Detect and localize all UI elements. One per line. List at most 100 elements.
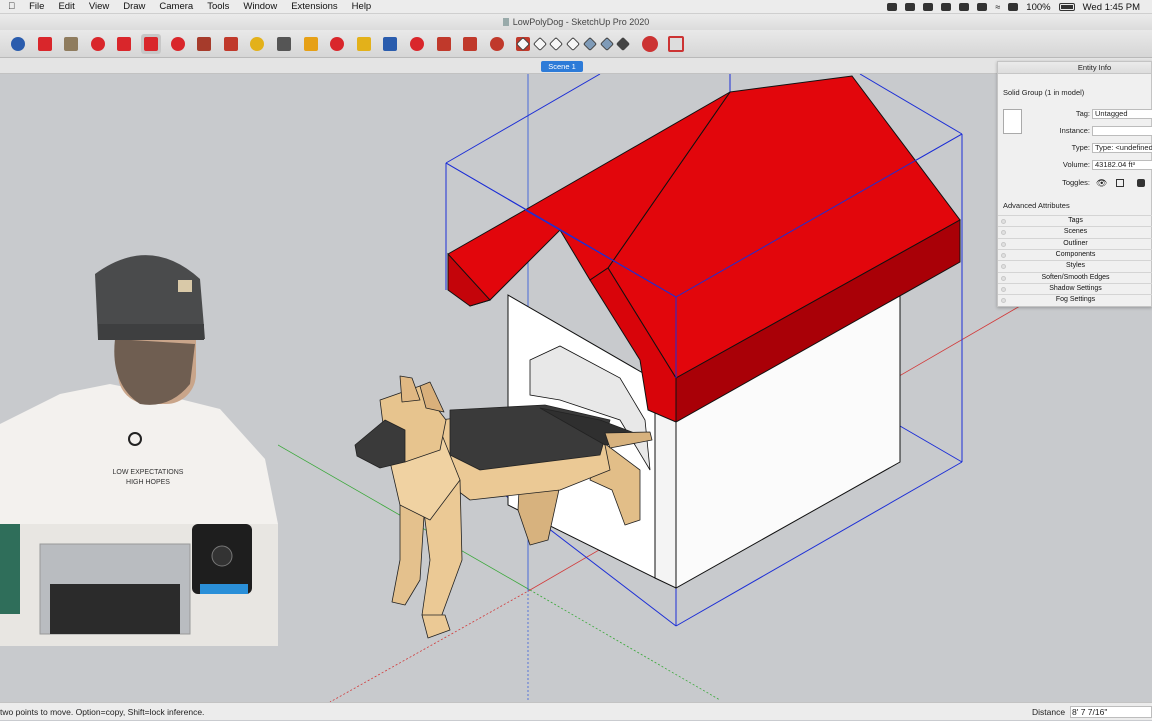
section-plane-tool[interactable] xyxy=(640,34,660,54)
visibility-toggle-icon[interactable]: 👁 xyxy=(1096,178,1107,189)
battery-icon[interactable] xyxy=(1058,3,1075,11)
status-icon[interactable] xyxy=(923,3,934,11)
tab-scene-1[interactable]: Scene 1 xyxy=(541,61,583,72)
back-edges-style-icon xyxy=(532,36,547,52)
shaded-textures-style[interactable] xyxy=(599,34,614,54)
toggles-row: Toggles: 👁 xyxy=(998,177,1152,189)
main-toolbar xyxy=(0,30,1152,58)
text-tool[interactable] xyxy=(274,34,294,54)
status-icon[interactable] xyxy=(977,3,988,11)
rotate-tool[interactable] xyxy=(114,34,134,54)
extension-tool[interactable] xyxy=(460,34,480,54)
selection-label: Solid Group (1 in model) xyxy=(1003,88,1085,97)
section-plane-tool-icon xyxy=(642,36,658,52)
entity-info-panel: Entity Info Solid Group (1 in model) Tag… xyxy=(997,61,1152,307)
expand-icon xyxy=(1001,264,1006,270)
component-icon xyxy=(489,37,504,51)
tape-measure-tool[interactable] xyxy=(247,34,267,54)
tag-row: Tag: Untagged xyxy=(998,108,1152,120)
expand-icon xyxy=(1001,241,1006,247)
volume-icon[interactable] xyxy=(1008,3,1019,11)
cast-shadow-toggle-icon[interactable] xyxy=(1137,179,1145,187)
menu-camera[interactable]: Camera xyxy=(159,0,193,14)
measurement-label: Distance xyxy=(1032,707,1066,717)
menu-draw[interactable]: Draw xyxy=(123,0,145,14)
lasso-select-tool[interactable] xyxy=(35,34,55,54)
hand-icon xyxy=(356,37,371,51)
menu-window[interactable]: Window xyxy=(243,0,277,14)
wireframe-style-icon xyxy=(549,36,564,52)
warehouse-tool[interactable] xyxy=(434,34,454,54)
paint-bucket-icon xyxy=(64,37,79,51)
toggles-label: Toggles: xyxy=(1062,178,1090,187)
tray-item-shadow-settings[interactable]: Shadow Settings xyxy=(998,282,1152,294)
zoom-tool[interactable] xyxy=(380,34,400,54)
clock[interactable]: Wed 1:45 PM xyxy=(1083,2,1140,13)
status-hint: two points to move. Option=copy, Shift=l… xyxy=(0,707,205,717)
component-tool[interactable] xyxy=(487,34,507,54)
green-axis-dotted xyxy=(529,589,721,701)
menu-extensions[interactable]: Extensions xyxy=(291,0,337,14)
paint-bucket-tool[interactable] xyxy=(61,34,81,54)
apple-menu[interactable]:  xyxy=(8,0,15,14)
monochrome-style[interactable] xyxy=(616,34,631,54)
menubar-status: ≈ 100% Wed 1:45 PM xyxy=(887,0,1140,14)
zoom-icon xyxy=(383,37,398,51)
tray-item-soften-smooth-edges[interactable]: Soften/Smooth Edges xyxy=(998,271,1152,283)
advanced-attributes-label[interactable]: Advanced Attributes xyxy=(1003,201,1070,210)
instance-field[interactable] xyxy=(1092,126,1152,136)
display-section-tool[interactable] xyxy=(666,34,686,54)
menu-tools[interactable]: Tools xyxy=(207,0,229,14)
status-icon[interactable] xyxy=(887,3,898,11)
xray-style[interactable] xyxy=(515,34,531,54)
document-icon xyxy=(502,18,509,26)
menu-help[interactable]: Help xyxy=(352,0,372,14)
wifi-icon[interactable]: ≈ xyxy=(995,2,1000,12)
type-field[interactable]: Type: <undefined> xyxy=(1092,143,1152,153)
tray-item-components[interactable]: Components xyxy=(998,248,1152,260)
lock-toggle-icon[interactable] xyxy=(1116,179,1124,187)
tray-item-label: Tags xyxy=(1068,217,1083,224)
tray-item-scenes[interactable]: Scenes xyxy=(998,226,1152,237)
menu-list:  File Edit View Draw Camera Tools Windo… xyxy=(0,0,371,14)
tray-item-outliner[interactable]: Outliner xyxy=(998,237,1152,249)
menu-file[interactable]: File xyxy=(29,0,44,14)
push-pull-icon xyxy=(90,37,105,51)
tape-measure-icon xyxy=(250,37,265,51)
menu-edit[interactable]: Edit xyxy=(58,0,74,14)
orbit-tool[interactable] xyxy=(301,34,321,54)
menu-view[interactable]: View xyxy=(89,0,109,14)
status-icon[interactable] xyxy=(941,3,952,11)
expand-icon xyxy=(1001,219,1006,224)
tray-item-styles[interactable]: Styles xyxy=(998,260,1152,271)
instance-label: Instance: xyxy=(1059,126,1090,135)
tag-field[interactable]: Untagged xyxy=(1092,109,1152,119)
follow-me-tool[interactable] xyxy=(168,34,188,54)
offset-icon xyxy=(197,37,212,51)
volume-field: 43182.04 ft³ xyxy=(1092,160,1152,170)
shaded-style[interactable] xyxy=(582,34,597,54)
push-pull-tool[interactable] xyxy=(88,34,108,54)
mac-menubar:  File Edit View Draw Camera Tools Windo… xyxy=(0,0,1152,14)
zoom-extents-tool[interactable] xyxy=(407,34,427,54)
back-edges-style[interactable] xyxy=(532,34,547,54)
move-icon xyxy=(144,37,158,51)
model-viewport[interactable]: LOW EXPECTATIONS HIGH HOPES xyxy=(0,74,1152,702)
measurement-box[interactable]: 8' 7 7/16" xyxy=(1070,706,1152,718)
tray-item-tags[interactable]: Tags xyxy=(998,215,1152,226)
tray-item-fog-settings[interactable]: Fog Settings xyxy=(998,294,1152,305)
expand-icon xyxy=(1001,286,1006,292)
tray-item-label: Fog Settings xyxy=(1055,296,1096,304)
hidden-line-style[interactable] xyxy=(566,34,581,54)
status-icon[interactable] xyxy=(959,3,970,11)
type-label: Type: xyxy=(1071,143,1090,152)
pan-icon xyxy=(330,37,345,51)
status-icon[interactable] xyxy=(905,3,916,11)
offset-tool[interactable] xyxy=(194,34,214,54)
pan-tool[interactable] xyxy=(327,34,347,54)
select-tool[interactable] xyxy=(8,34,28,54)
scale-tool[interactable] xyxy=(221,34,241,54)
hand-tool[interactable] xyxy=(354,34,374,54)
wireframe-style[interactable] xyxy=(549,34,564,54)
move-tool[interactable] xyxy=(141,34,161,54)
